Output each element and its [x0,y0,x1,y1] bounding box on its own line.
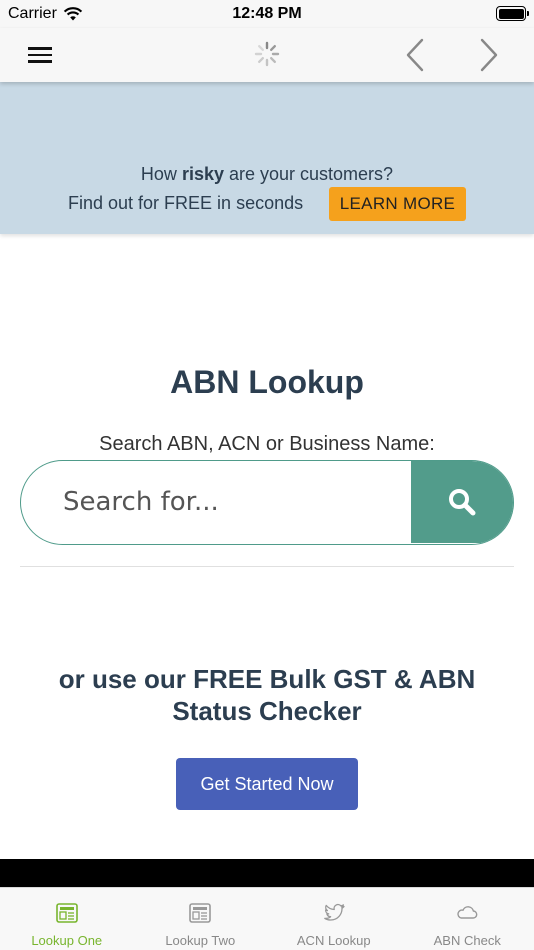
footer-strip [0,859,534,887]
search-caption: Search ABN, ACN or Business Name: [99,433,435,455]
banner-question-prefix: How [140,164,182,184]
search-bar [20,460,514,545]
promo-banner: How risky are your customers? Find out f… [0,82,534,234]
banner-question-suffix: are your customers? [223,164,394,184]
newspaper-icon [189,903,212,923]
bulk-checker-heading: or use our FREE Bulk GST & ABN Status Ch… [58,664,476,726]
banner-question-emphasis: risky [181,164,224,184]
page-title: ABN Lookup [170,364,364,400]
status-bar: Carrier 12:48 PM [0,0,534,28]
learn-more-button[interactable]: LEARN MORE [329,187,466,221]
tab-label: ACN Lookup [296,933,371,948]
tab-label: ABN Check [433,933,501,948]
chevron-left-icon[interactable] [400,38,430,72]
battery-icon [496,6,529,21]
search-button[interactable] [411,461,513,543]
cloud-icon [457,906,478,919]
tab-label: Lookup Two [165,933,236,948]
hamburger-menu-icon[interactable] [28,44,56,66]
search-input[interactable] [21,461,413,543]
tab-lookup-two[interactable]: Lookup Two [134,888,268,950]
activity-spinner-icon [254,41,280,67]
tab-bar: Lookup One Lookup Two ACN Lookup ABN Che… [0,887,534,950]
navigation-bar [0,28,534,82]
status-time: 12:48 PM [232,5,302,22]
twitter-bird-icon [323,903,345,921]
tab-lookup-one[interactable]: Lookup One [0,888,134,950]
tab-abn-check[interactable]: ABN Check [401,888,534,950]
banner-question: How risky are your customers? [0,164,534,185]
tab-acn-lookup[interactable]: ACN Lookup [267,888,401,950]
section-divider [20,566,514,567]
get-started-button[interactable]: Get Started Now [176,758,358,810]
tab-label: Lookup One [31,933,103,948]
banner-tagline: Find out for FREE in seconds [68,193,304,213]
chevron-right-icon[interactable] [474,38,504,72]
newspaper-icon [55,903,78,923]
search-icon [449,489,476,516]
